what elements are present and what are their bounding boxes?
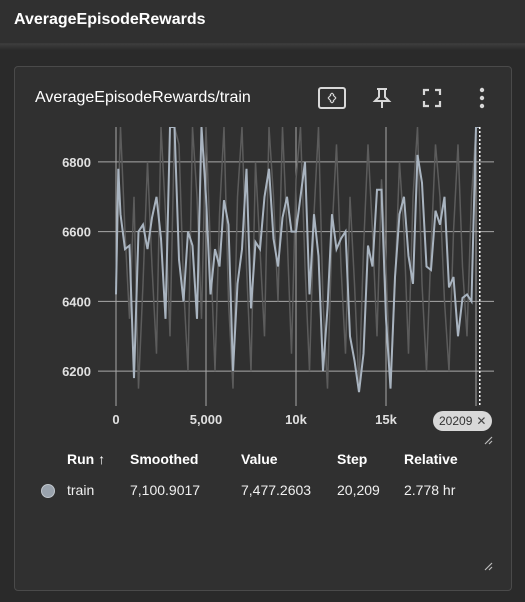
raw-value: 7,477.2603 (241, 482, 312, 498)
y-tick-label: 6400 (62, 294, 91, 309)
step-value: 20,209 (337, 482, 380, 498)
y-tick-label: 6800 (62, 155, 91, 170)
y-tick-label: 6600 (62, 225, 91, 240)
relative-value: 2.778 hr (404, 482, 456, 498)
x-tick-label: 0 (112, 412, 119, 427)
scalar-card: AverageEpisodeRewards/train 6200 6400 6600… (14, 66, 512, 591)
col-header-run[interactable]: Run ↑ (67, 451, 105, 467)
y-tick-label: 6200 (62, 364, 91, 379)
group-title: AverageEpisodeRewards (14, 11, 206, 28)
run-color-swatch[interactable] (41, 484, 55, 498)
col-header-smoothed[interactable]: Smoothed (130, 451, 198, 467)
x-tick-label: 5,000 (190, 412, 223, 427)
col-header-step[interactable]: Step (337, 451, 367, 467)
x-tick-label: 15k (375, 412, 397, 427)
col-header-relative[interactable]: Relative (404, 451, 458, 467)
run-name: train (67, 482, 95, 498)
line-chart[interactable]: 620064006600680005,00010k15k20k (15, 67, 513, 447)
smoothed-value: 7,100.9017 (130, 482, 201, 498)
step-chip[interactable]: 20209 ✕ (433, 411, 493, 431)
x-tick-label: 10k (285, 412, 307, 427)
close-icon[interactable]: ✕ (476, 414, 486, 428)
tick-labels: 620064006600680005,00010k15k20k (62, 155, 488, 427)
chart-resize-icon[interactable] (483, 435, 493, 445)
card-resize-icon[interactable] (483, 561, 493, 571)
step-chip-label: 20209 (439, 414, 473, 428)
col-header-value[interactable]: Value (241, 451, 278, 467)
header-divider (0, 44, 525, 50)
group-header: AverageEpisodeRewards (0, 0, 525, 44)
